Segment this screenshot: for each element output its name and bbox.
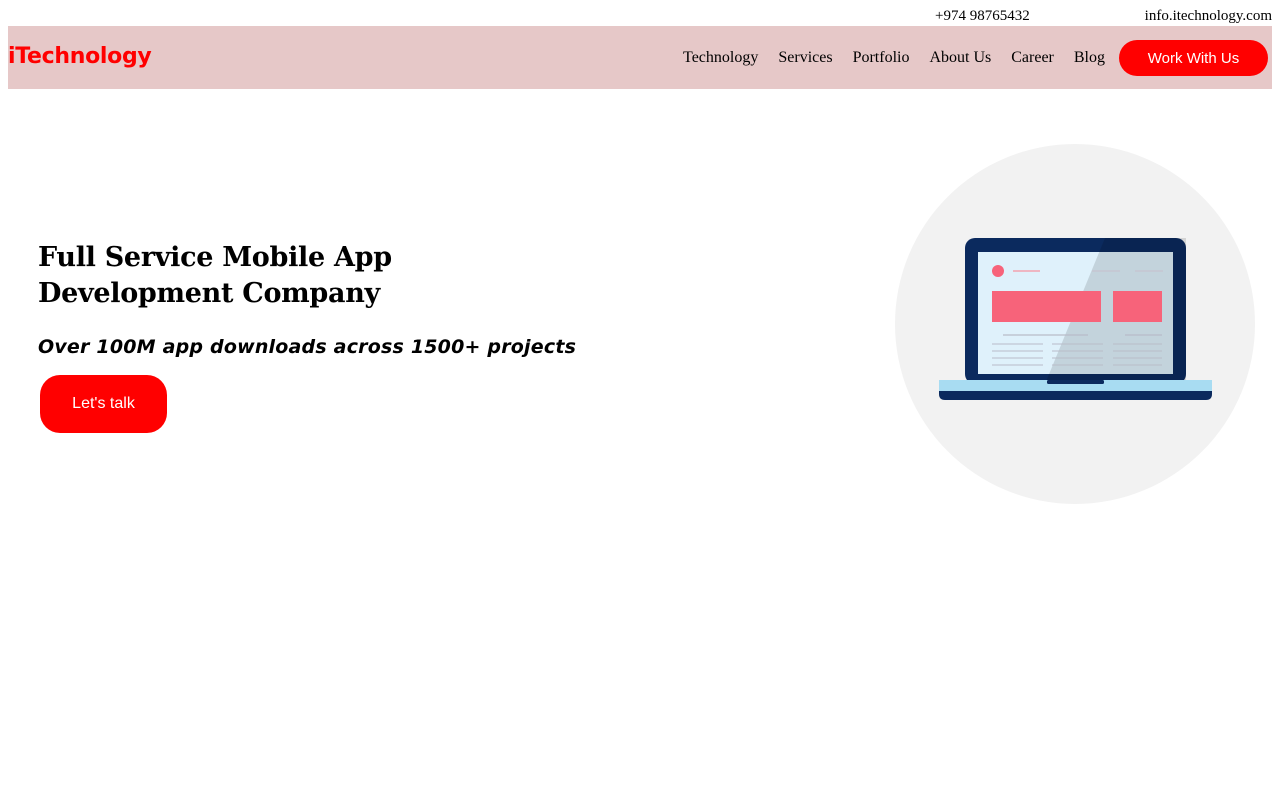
phone-number[interactable]: +974 98765432 bbox=[935, 7, 1030, 25]
nav-link-portfolio[interactable]: Portfolio bbox=[853, 49, 910, 67]
laptop-illustration-svg bbox=[895, 144, 1255, 504]
laptop-hinge bbox=[1047, 380, 1104, 384]
screen-dot bbox=[992, 265, 1004, 277]
screen-card-large bbox=[992, 291, 1101, 322]
laptop-illustration bbox=[895, 144, 1255, 504]
hero-subtitle: Over 100M app downloads across 1500+ pro… bbox=[38, 336, 577, 358]
top-contact-bar: +974 98765432 info.itechnology.com bbox=[0, 0, 1280, 26]
nav-links: Technology Services Portfolio About Us C… bbox=[683, 40, 1268, 76]
hero-title: Full Service Mobile App Development Comp… bbox=[38, 240, 598, 312]
site-logo[interactable]: iTechnology bbox=[8, 43, 152, 71]
work-with-us-button[interactable]: Work With Us bbox=[1119, 40, 1268, 76]
nav-link-career[interactable]: Career bbox=[1011, 49, 1054, 67]
hero-title-line-1: Full Service Mobile App bbox=[38, 242, 392, 273]
laptop-base-bottom bbox=[939, 391, 1212, 400]
hero-section: Full Service Mobile App Development Comp… bbox=[38, 240, 598, 433]
screen-card-small bbox=[1113, 291, 1162, 322]
nav-link-blog[interactable]: Blog bbox=[1074, 49, 1105, 67]
main-navbar: iTechnology Technology Services Portfoli… bbox=[8, 26, 1272, 89]
nav-link-services[interactable]: Services bbox=[778, 49, 832, 67]
lets-talk-button[interactable]: Let's talk bbox=[40, 375, 167, 433]
email-address[interactable]: info.itechnology.com bbox=[1145, 7, 1272, 25]
hero-title-line-2: Development Company bbox=[38, 278, 380, 309]
nav-link-technology[interactable]: Technology bbox=[683, 49, 758, 67]
nav-link-about-us[interactable]: About Us bbox=[929, 49, 991, 67]
